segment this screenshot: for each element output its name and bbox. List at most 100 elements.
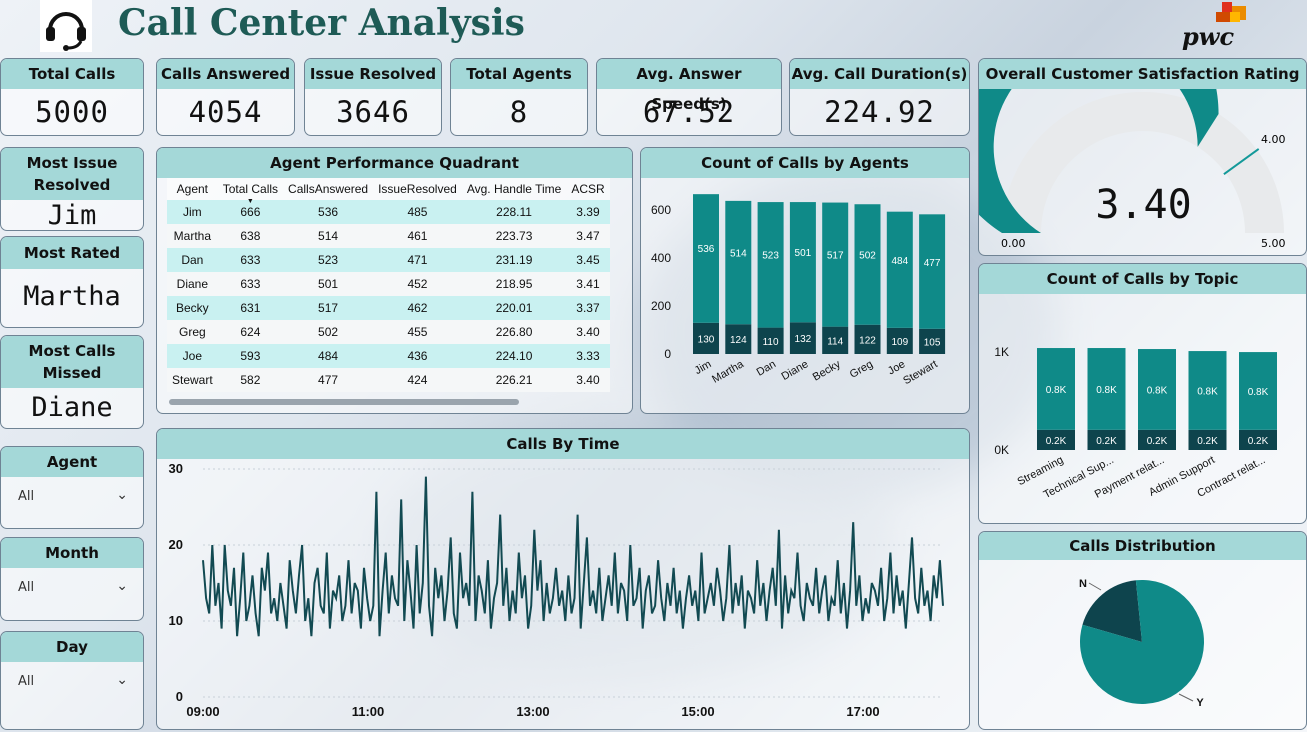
column-header[interactable]: IssueResolved [373,178,462,200]
column-header[interactable]: Total Calls ▼ [217,178,284,205]
quadrant-title: Agent Performance Quadrant [157,148,632,178]
table-cell: 226.80 [461,320,567,344]
table-row[interactable]: Greg 624 502 455 226.80 3.40 [167,320,610,344]
bar-segment [822,202,849,327]
kpi-label: Avg. Answer Speed(s) [597,59,781,113]
table-row[interactable]: Joe 593 484 436 224.10 3.33 [167,344,610,368]
table-cell: 477 [283,368,374,392]
calls-by-agents-chart: Count of Calls by Agents 0 200 400 600 130 53… [640,147,970,414]
column-header[interactable]: CallsAnswered [283,178,374,200]
y-tick-label: 600 [651,203,671,217]
label-line2: Resolved [33,176,111,194]
series-line [202,476,944,637]
label-line1: Most Calls [28,342,116,360]
calls-distribution-svg: NY [1079,578,1204,709]
month-dropdown[interactable]: All ⌄ [18,578,130,600]
kpi-value: 8 [509,95,529,129]
chart-title: Calls By Time [157,429,969,459]
x-tick-label: Dan [755,358,778,378]
agent-slicer: Agent All ⌄ [0,446,144,529]
table-cell: Joe [167,344,218,368]
table-cell: 3.41 [566,272,610,296]
table-cell: 523 [283,248,374,272]
table-cell: 224.10 [461,344,567,368]
card-title: Most Calls Missed [1,336,143,388]
data-label: 523 [762,251,779,262]
day-dropdown[interactable]: All ⌄ [18,672,130,694]
table-cell: 436 [373,344,462,368]
gauge-title: Overall Customer Satisfaction Rating [979,59,1306,89]
calls-by-agents-svg: 0200400600130536Jim124514Martha110523Dan… [651,194,946,387]
table-cell: 3.45 [566,248,610,272]
column-header[interactable]: Avg. Handle Time [461,178,567,200]
table-cell: 638 [217,224,284,248]
table-cell: 3.40 [566,368,610,392]
table-row[interactable]: Becky 631 517 462 220.01 3.37 [167,296,610,320]
data-label: 0.2K [1046,436,1067,447]
table-cell: 582 [217,368,284,392]
agent-performance-quadrant: Agent Performance Quadrant Agent Total C… [156,147,633,414]
most-calls-missed-card: Most Calls Missed Diane [0,335,144,429]
bar-segment [757,202,784,328]
y-tick-label: 10 [169,613,183,628]
satisfaction-gauge [979,89,1284,233]
table-cell: Dan [167,248,218,272]
data-label: 0.8K [1096,385,1117,396]
bar-segment [919,214,946,329]
data-label: 0.8K [1197,386,1218,397]
data-label: 536 [698,244,715,255]
slice-label: N [1079,578,1087,590]
data-label: 0.2K [1197,436,1218,447]
table-cell: Martha [167,224,218,248]
most-issue-resolved-card: Most Issue Resolved Jim [0,147,144,231]
satisfaction-gauge-card: Overall Customer Satisfaction Rating 3.4… [978,58,1307,256]
data-label: 105 [924,337,941,348]
column-header[interactable]: Agent [167,178,218,200]
table-cell: 231.19 [461,248,567,272]
dropdown-value: All [18,580,35,595]
kpi-label: Issue Resolved [305,59,441,89]
table-cell: 3.33 [566,344,610,368]
table-row[interactable]: Dan 633 523 471 231.19 3.45 [167,248,610,272]
bar-segment [886,211,913,328]
table-cell: Jim [167,200,218,224]
table-row[interactable]: Stewart 582 477 424 226.21 3.40 [167,368,610,392]
chevron-down-icon: ⌄ [116,672,128,688]
data-label: 0.8K [1248,387,1269,398]
table-cell: 517 [283,296,374,320]
y-tick-label: 0 [664,347,671,361]
table-cell: Stewart [167,368,218,392]
bar-segment [854,204,881,325]
agent-dropdown[interactable]: All ⌄ [18,487,130,509]
logo-text: pwc [1182,22,1235,51]
data-label: 109 [891,337,908,348]
table-cell: 633 [217,248,284,272]
data-label: 110 [763,337,779,348]
column-header[interactable]: ACSR [566,178,610,200]
data-label: 517 [827,250,844,261]
x-tick-label: 17:00 [846,704,879,719]
data-label: 484 [891,256,908,267]
quadrant-table-wrap: Agent Total Calls ▼ CallsAnswered IssueRe… [167,178,625,398]
card-value: Diane [31,392,113,423]
horizontal-scrollbar[interactable] [169,399,519,405]
x-tick-label: 09:00 [186,704,219,719]
leader-line [1178,693,1194,702]
card-value: Jim [47,200,97,231]
gauge-min-label: 0.00 [1001,237,1026,250]
slice-label: Y [1196,697,1204,709]
table-cell: 593 [217,344,284,368]
dropdown-value: All [18,489,35,504]
table-row[interactable]: Diane 633 501 452 218.95 3.41 [167,272,610,296]
calls-by-time-svg: 0 10 20 30 09:00 11:00 13:00 15:00 17:00 [169,461,944,719]
dropdown-value: All [18,674,35,689]
data-label: 130 [698,334,715,345]
kpi-value: 4054 [188,95,263,129]
x-tick-label: 15:00 [681,704,714,719]
table-cell: 3.47 [566,224,610,248]
table-cell: 455 [373,320,462,344]
kpi-label: Total Agents [451,59,587,89]
sort-desc-icon: ▼ [246,198,254,205]
table-row[interactable]: Martha 638 514 461 223.73 3.47 [167,224,610,248]
table-cell: 501 [283,272,374,296]
